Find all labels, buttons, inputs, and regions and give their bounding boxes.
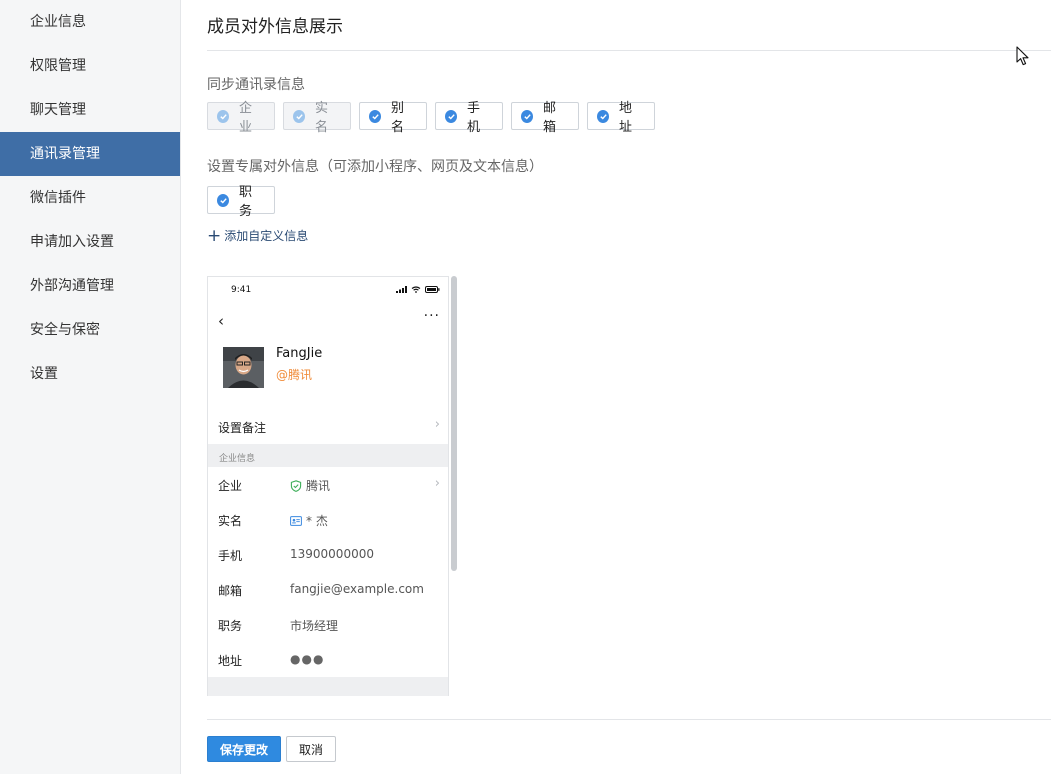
sidebar-item-contacts[interactable]: 通讯录管理 [0,132,180,176]
info-value: 腾讯 [290,477,330,494]
phone-preview: 9:41 ‹ ··· FangJie @腾讯 设置备注 › 企业信息 企业 腾讯… [207,276,449,696]
chip-label: 别名 [391,101,405,135]
sidebar-item-join-settings[interactable]: 申请加入设置 [0,220,180,264]
id-card-icon [290,515,302,526]
chip-label: 手机 [467,101,481,135]
chip-label: 企业 [239,101,253,135]
chip-company[interactable]: 企业 [207,101,275,135]
add-custom-info-label: 添加自定义信息 [224,229,309,243]
chip-realname[interactable]: 实名 [283,101,351,135]
info-value-text: * 杰 [306,514,328,528]
chip-label: 职务 [239,185,253,219]
page-title: 成员对外信息展示 [207,17,343,37]
info-row-realname: 实名 * 杰 [208,512,448,547]
mouse-cursor-icon [1016,46,1029,66]
sync-section-label: 同步通讯录信息 [207,77,305,93]
chip-phone[interactable]: 手机 [435,101,503,135]
more-icon[interactable]: ··· [424,308,440,324]
info-row-company[interactable]: 企业 腾讯 › [208,476,448,512]
chip-label: 实名 [315,101,329,135]
status-icons [396,286,440,293]
chip-alias[interactable]: 别名 [359,101,427,135]
info-row-phone: 手机 13900000000 [208,547,448,582]
check-icon [521,109,533,123]
sync-chip-row: 企业 实名 别名 手机 邮箱 地址 [207,101,655,135]
info-row-position: 职务 市场经理 [208,617,448,652]
sidebar-item-external-comm[interactable]: 外部沟通管理 [0,264,180,308]
sidebar: 企业信息 权限管理 聊天管理 通讯录管理 微信插件 申请加入设置 外部沟通管理 … [0,0,181,774]
check-icon [369,109,381,123]
custom-section-label: 设置专属对外信息（可添加小程序、网页及文本信息） [207,159,543,175]
back-icon[interactable]: ‹ [218,312,224,330]
sidebar-item-permissions[interactable]: 权限管理 [0,44,180,88]
avatar [223,347,264,388]
phone-navbar: ‹ ··· [208,308,448,330]
preview-scrollbar[interactable] [450,276,457,696]
info-key: 企业 [218,479,243,493]
section-label: 企业信息 [219,454,256,464]
sidebar-item-settings[interactable]: 设置 [0,352,180,396]
info-key: 职务 [218,619,243,633]
set-remark-label: 设置备注 [218,421,267,435]
profile-name: FangJie [276,346,323,361]
chevron-right-icon: › [434,476,440,491]
sidebar-item-company-info[interactable]: 企业信息 [0,0,180,44]
info-value-text: 腾讯 [306,479,331,493]
status-bar: 9:41 [208,285,448,299]
info-key: 实名 [218,514,243,528]
chevron-right-icon: › [434,417,440,432]
scrollbar-thumb[interactable] [451,276,457,571]
info-key: 邮箱 [218,584,243,598]
info-value: fangjie@example.com [290,582,424,596]
profile-org: @腾讯 [276,368,313,382]
chip-address[interactable]: 地址 [587,101,655,135]
main-content: 成员对外信息展示 同步通讯录信息 企业 实名 别名 手机 邮箱 地址 设置专属对… [207,0,1051,774]
verified-shield-icon [290,479,302,492]
info-key: 地址 [218,654,243,668]
sidebar-item-wechat-plugin[interactable]: 微信插件 [0,176,180,220]
company-info-section-header: 企业信息 [208,444,448,467]
custom-chip-row: 职务 [207,185,275,219]
phone-bottom-band [208,677,448,696]
info-value: 市场经理 [290,619,339,633]
check-icon [217,193,229,207]
footer-divider [207,719,1051,720]
add-custom-info-link[interactable]: + 添加自定义信息 [207,227,308,244]
info-row-email: 邮箱 fangjie@example.com [208,582,448,617]
sidebar-item-security[interactable]: 安全与保密 [0,308,180,352]
signal-icon [396,286,407,293]
title-divider [207,50,1051,51]
status-time: 9:41 [231,285,252,295]
info-value: 13900000000 [290,547,374,561]
check-icon [293,109,305,123]
wifi-icon [411,286,421,293]
chip-label: 邮箱 [543,101,557,135]
check-icon [597,109,609,123]
check-icon [217,109,229,123]
chip-position[interactable]: 职务 [207,185,275,219]
set-remark-row[interactable]: 设置备注 › [208,411,448,443]
info-value: ●●● [290,652,325,666]
sidebar-item-chat[interactable]: 聊天管理 [0,88,180,132]
chip-email[interactable]: 邮箱 [511,101,579,135]
save-button[interactable]: 保存更改 [207,736,281,762]
chip-label: 地址 [619,101,633,135]
battery-icon [425,286,440,293]
info-key: 手机 [218,549,243,563]
cancel-button[interactable]: 取消 [286,736,336,762]
plus-icon: + [207,225,222,246]
check-icon [445,109,457,123]
info-value: * 杰 [290,512,328,529]
